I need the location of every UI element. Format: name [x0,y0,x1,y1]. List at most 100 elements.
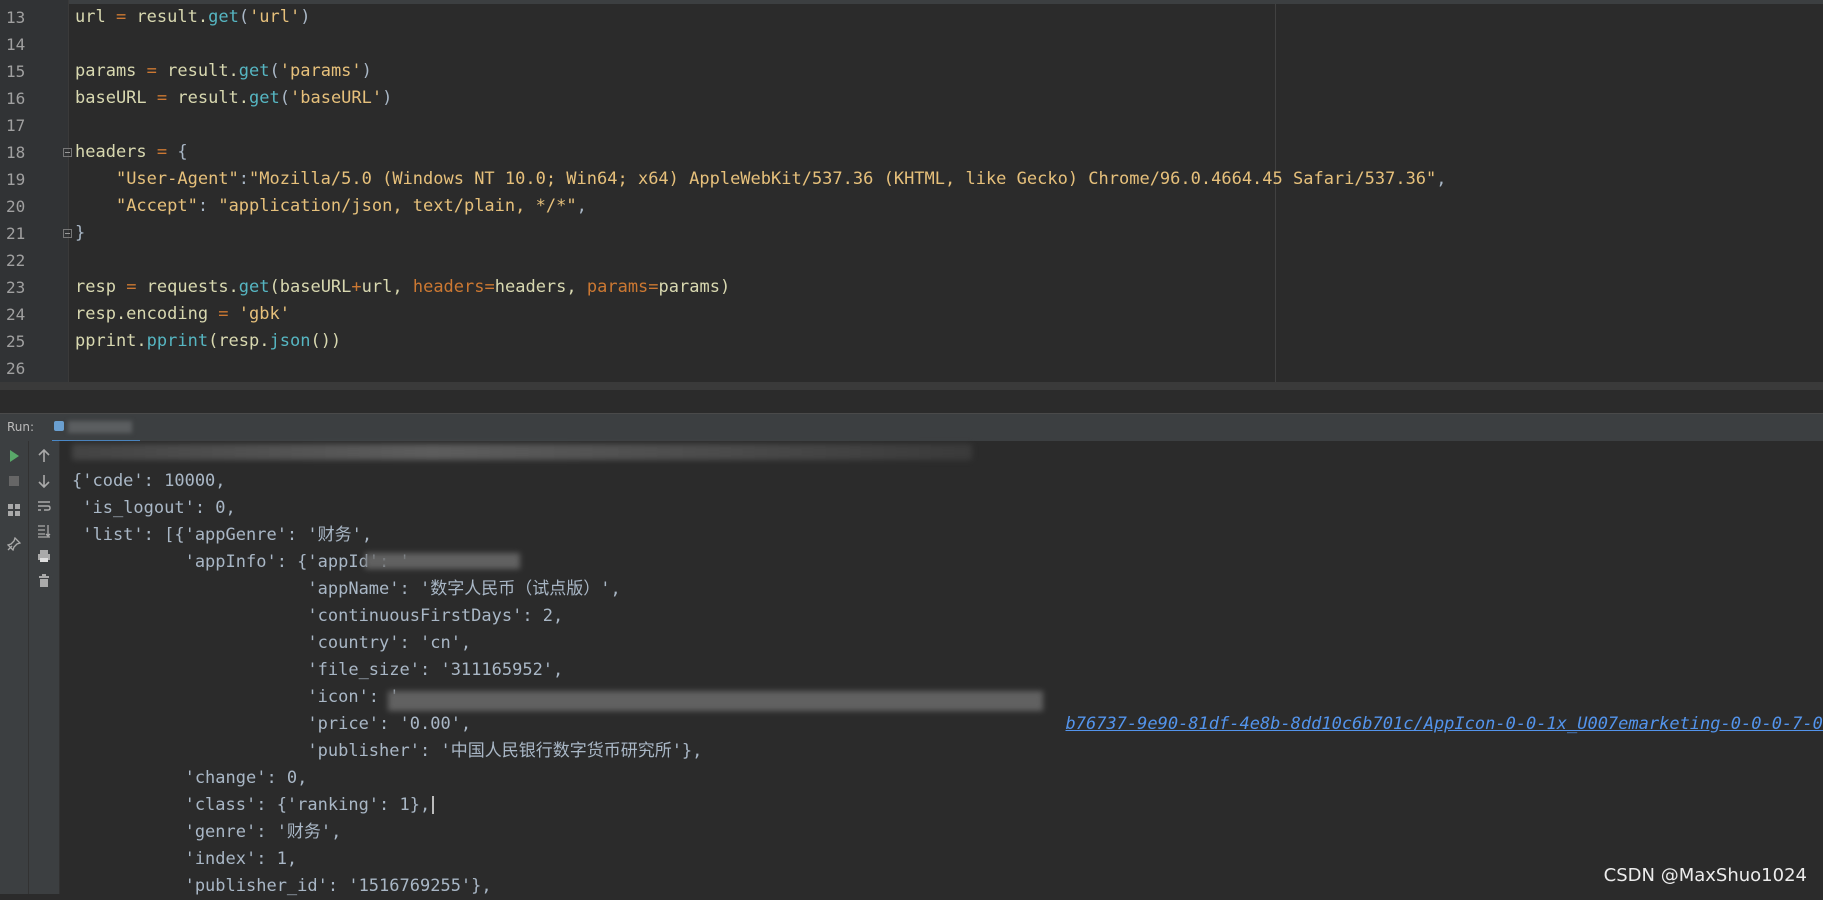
code-token: get [238,61,270,81]
run-tool-window-header: Run: [0,413,1823,443]
console-line-text: 'price': '0.00', [72,714,472,734]
run-config-tab[interactable] [52,418,140,443]
code-token: get [249,88,280,108]
print-icon[interactable] [33,545,55,567]
arrow-down-icon[interactable] [33,470,55,492]
code-line[interactable]: 26 [0,355,1823,382]
scroll-to-end-icon[interactable] [33,520,55,542]
console-line-text: 'genre': '财务', [72,822,342,842]
text-caret [432,796,435,814]
code-token: url [75,7,116,27]
trash-icon[interactable] [33,570,55,592]
code-editor[interactable]: 13 url = result.get('url') 14 15 params = re… [0,0,1823,390]
code-token: = [218,304,229,324]
code-token: = [648,277,659,297]
code-token: ( [269,61,280,81]
console-line: 'file_size': '311165952', [72,657,563,684]
console-line-text: 'appName': '数字人民币（试点版）', [72,579,621,599]
icon-url-link[interactable]: b76737-9e90-81df-4e8b-8dd10c6b701c/AppIc… [1045,684,1823,738]
line-number: 13 [6,8,26,27]
code-token: headers, [494,277,587,297]
code-token: "application/json, text/plain, */*" [218,196,577,216]
code-text: params = result.get('params') [75,58,372,85]
play-icon[interactable] [3,445,25,467]
line-number: 16 [6,89,26,108]
code-token: = [146,61,157,81]
code-line[interactable]: 25 pprint.pprint(resp.json()) [0,328,1823,355]
line-number: 23 [6,278,26,297]
console-line: 'country': 'cn', [72,630,471,657]
code-token: : [197,196,219,216]
watermark: CSDN @MaxShuo1024 [1603,865,1807,886]
code-token: get [208,7,239,27]
console-line: 'appName': '数字人民币（试点版）', [72,576,621,603]
code-token: url, [361,277,413,297]
icon-url-link-text[interactable]: b76737-9e90-81df-4e8b-8dd10c6b701c/AppIc… [1065,714,1823,734]
code-token: } [75,223,86,243]
code-token: result. [167,88,250,108]
code-token: pprint [146,331,209,351]
code-line[interactable]: 16 baseURL = result.get('baseURL') [0,85,1823,112]
line-number: 24 [6,305,26,324]
pin-icon[interactable] [3,533,25,555]
console-line-text: 'list': [{'appGenre': '财务', [72,525,373,545]
code-line[interactable]: 23 resp = requests.get(baseURL+url, heade… [0,274,1823,301]
code-token: 'baseURL' [290,88,383,108]
code-token: "Mozilla/5.0 (Windows NT 10.0; Win64; x6… [249,169,1437,189]
code-token: params [75,61,147,81]
code-token: , [576,196,587,216]
code-line[interactable]: 21} [0,220,1823,247]
code-line[interactable]: 24 resp.encoding = 'gbk' [0,301,1823,328]
redacted-command-line [72,444,972,460]
code-text: "Accept": "application/json, text/plain,… [75,193,587,220]
fold-marker-icon[interactable] [63,148,72,157]
line-number: 18 [6,143,26,162]
code-line[interactable]: 22 [0,247,1823,274]
code-lines[interactable]: 13 url = result.get('url') 14 15 params = re… [0,4,1823,382]
redacted-app-id [365,553,520,569]
code-token: + [351,277,362,297]
code-token: = [126,277,137,297]
code-token: headers [75,142,157,162]
console-line: 'genre': '财务', [72,819,342,846]
code-token: ) [300,7,311,27]
console-line-text: 'appInfo': {'appId': ' [72,552,410,572]
console-line-text: 'country': 'cn', [72,633,472,653]
code-line[interactable]: 17 [0,112,1823,139]
code-token: ) [361,61,372,81]
editor-horizontal-scrollbar[interactable] [0,382,1823,390]
code-token: result. [126,7,209,27]
console-line-text: 'file_size': '311165952', [72,660,564,680]
code-text: "User-Agent":"Mozilla/5.0 (Windows NT 10… [75,166,1447,193]
arrow-up-icon[interactable] [33,445,55,467]
code-line[interactable]: 14 [0,31,1823,58]
console-line: 'is_logout': 0, [72,495,236,522]
code-token: params [586,277,649,297]
code-line[interactable]: 18 headers = { [0,139,1823,166]
code-token: = [156,142,168,162]
code-token: headers [412,277,485,297]
code-token: 'params' [279,61,362,81]
console-line: 'list': [{'appGenre': '财务', [72,522,372,549]
fold-marker-icon[interactable] [63,229,72,238]
code-token: json [269,331,311,351]
code-line[interactable]: 13 url = result.get('url') [0,4,1823,31]
console-line-text: 'continuousFirstDays': 2, [72,606,564,626]
code-token: ( [279,88,290,108]
code-line[interactable]: 15 params = result.get('params') [0,58,1823,85]
layout-icon[interactable] [3,499,25,521]
redacted-icon-url [388,691,1043,711]
console-line-text: 'index': 1, [72,849,298,869]
stop-icon[interactable] [3,470,25,492]
code-text: resp.encoding = 'gbk' [75,301,290,328]
code-line[interactable]: 20 "Accept": "application/json, text/pla… [0,193,1823,220]
code-text: headers = { [75,139,188,166]
console-line-text: 'change': 0, [72,768,308,788]
line-number: 15 [6,62,26,81]
soft-wrap-icon[interactable] [33,495,55,517]
line-number: 14 [6,35,26,54]
code-line[interactable]: 19 "User-Agent":"Mozilla/5.0 (Windows NT… [0,166,1823,193]
code-token: params) [658,277,731,297]
run-toolbar-primary [0,441,29,894]
